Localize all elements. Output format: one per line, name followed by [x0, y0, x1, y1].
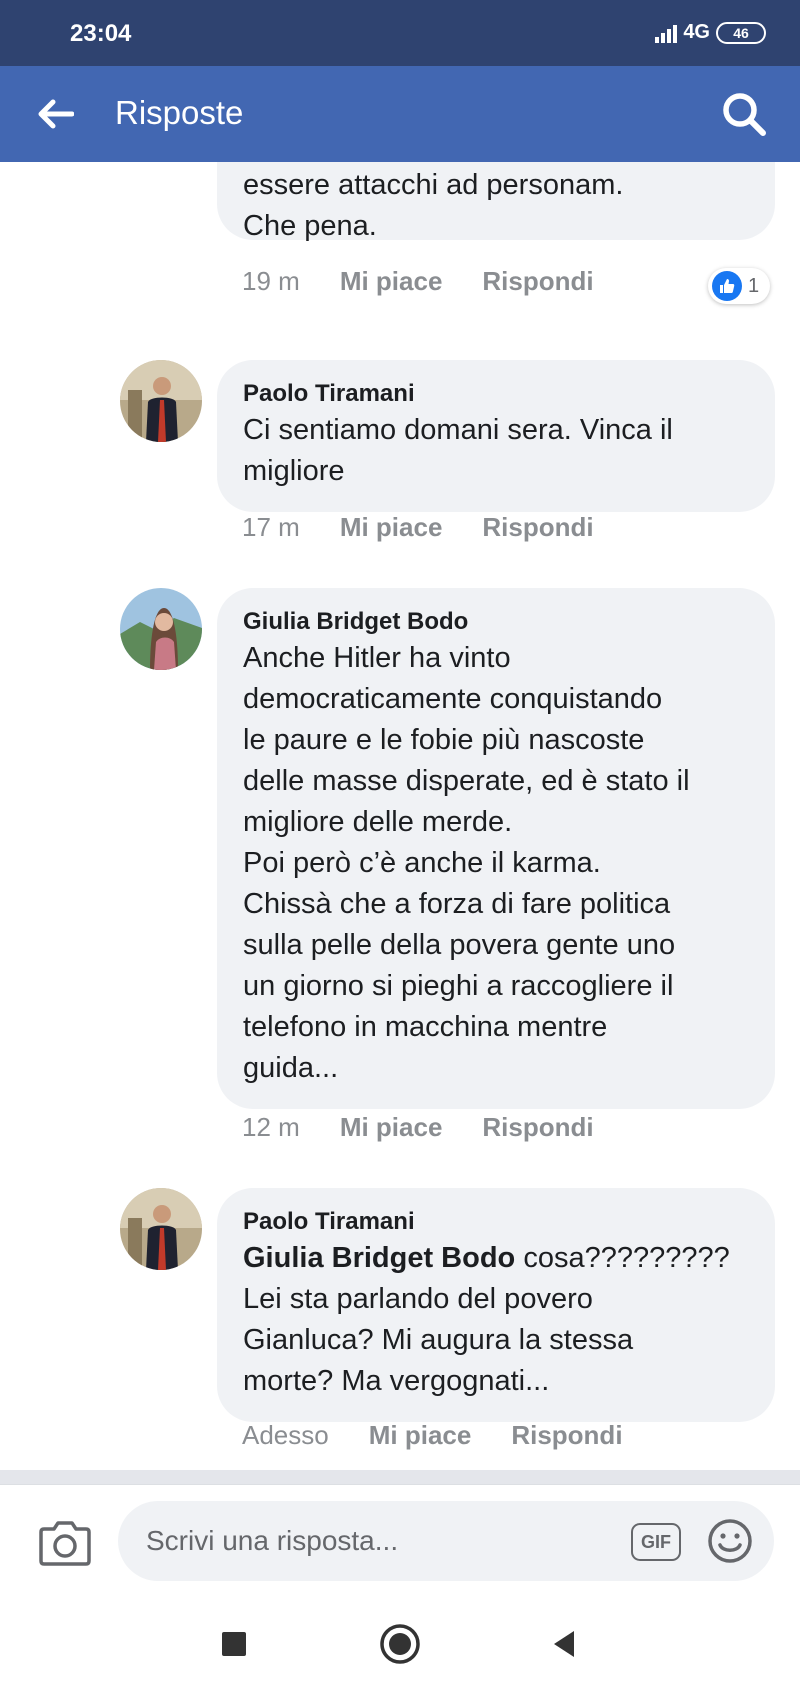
app-bar: Risposte: [0, 66, 800, 162]
comment-time: Adesso: [242, 1420, 329, 1450]
comment-text: Ci sentiamo domani sera. Vinca il miglio…: [243, 414, 673, 487]
battery-icon: 46: [716, 21, 766, 44]
camera-button[interactable]: [38, 1517, 92, 1567]
comment-text: Lei sta parlando del povero Gianluca? Mi…: [243, 1283, 634, 1397]
system-nav-bar: [0, 1594, 800, 1690]
camera-icon: [39, 1521, 91, 1566]
comment-bubble[interactable]: Paolo Tiramani Ci sentiamo domani sera. …: [217, 360, 775, 512]
reply-composer: GIF: [0, 1484, 800, 1594]
reaction-number: 1: [748, 274, 760, 297]
nav-home-icon: [380, 1624, 420, 1664]
reply-button[interactable]: Rispondi: [482, 266, 593, 297]
comment-text: argomentazioni continuino ad essere atta…: [243, 169, 624, 242]
back-button[interactable]: [32, 90, 80, 138]
status-bar: 23:04 4G 46: [0, 0, 800, 66]
comment-first-line: Giulia Bridget Bodo cosa?????????: [243, 1238, 749, 1279]
back-arrow-icon: [38, 99, 74, 129]
comment-actions: Adesso Mi piace Rispondi: [242, 1420, 623, 1451]
comment-actions: 19 m Mi piace Rispondi: [242, 266, 594, 297]
comment-bubble[interactable]: Paolo Tiramani Giulia Bridget Bodo cosa?…: [217, 1188, 775, 1422]
gif-button[interactable]: GIF: [631, 1523, 681, 1561]
comment-time: 19 m: [242, 266, 300, 296]
battery-level: 46: [733, 24, 749, 41]
like-button[interactable]: Mi piace: [340, 512, 443, 543]
emoji-icon: [708, 1519, 752, 1563]
comment-author[interactable]: Giulia Bridget Bodo: [243, 606, 749, 638]
replies-list[interactable]: argomentazioni continuino ad essere atta…: [0, 162, 800, 1470]
reply-button[interactable]: Rispondi: [511, 1420, 622, 1451]
avatar[interactable]: [120, 1188, 202, 1270]
comment-time: 12 m: [242, 1112, 300, 1142]
comment-bubble[interactable]: Giulia Bridget Bodo Anche Hitler ha vint…: [217, 588, 775, 1109]
nav-back-icon: [554, 1631, 574, 1657]
comment-text-after-mention: cosa?????????: [515, 1242, 730, 1274]
comment-time: 17 m: [242, 512, 300, 542]
comment-text: Anche Hitler ha vinto democraticamente c…: [243, 642, 690, 1084]
reply-button[interactable]: Rispondi: [482, 512, 593, 543]
like-button[interactable]: Mi piace: [369, 1420, 472, 1451]
page-title: Risposte: [115, 94, 244, 131]
nav-home-button[interactable]: [376, 1620, 424, 1668]
comment-bubble[interactable]: argomentazioni continuino ad essere atta…: [217, 162, 775, 242]
nav-recents-icon: [222, 1632, 246, 1656]
like-button[interactable]: Mi piace: [340, 1112, 443, 1143]
signal-icon: [655, 23, 678, 43]
nav-back-button[interactable]: [540, 1620, 588, 1668]
avatar[interactable]: [120, 360, 202, 442]
comment-author[interactable]: Paolo Tiramani: [243, 1206, 749, 1238]
search-button[interactable]: [718, 88, 770, 140]
avatar[interactable]: [120, 588, 202, 670]
emoji-button[interactable]: [706, 1517, 754, 1565]
network-type: 4G: [683, 21, 710, 43]
like-icon: [712, 271, 742, 301]
like-button[interactable]: Mi piace: [340, 266, 443, 297]
comment-actions: 12 m Mi piace Rispondi: [242, 1112, 594, 1143]
reply-button[interactable]: Rispondi: [482, 1112, 593, 1143]
comment-author[interactable]: Paolo Tiramani: [243, 378, 749, 410]
divider: [0, 1470, 800, 1484]
gif-icon: GIF: [641, 1531, 671, 1552]
reaction-count[interactable]: 1: [708, 268, 770, 304]
comment-actions: 17 m Mi piace Rispondi: [242, 512, 594, 543]
mention-link[interactable]: Giulia Bridget Bodo: [243, 1242, 515, 1274]
search-icon: [723, 93, 766, 136]
status-time: 23:04: [70, 20, 132, 47]
status-indicators: 4G 46: [655, 21, 766, 44]
nav-recents-button[interactable]: [210, 1620, 258, 1668]
